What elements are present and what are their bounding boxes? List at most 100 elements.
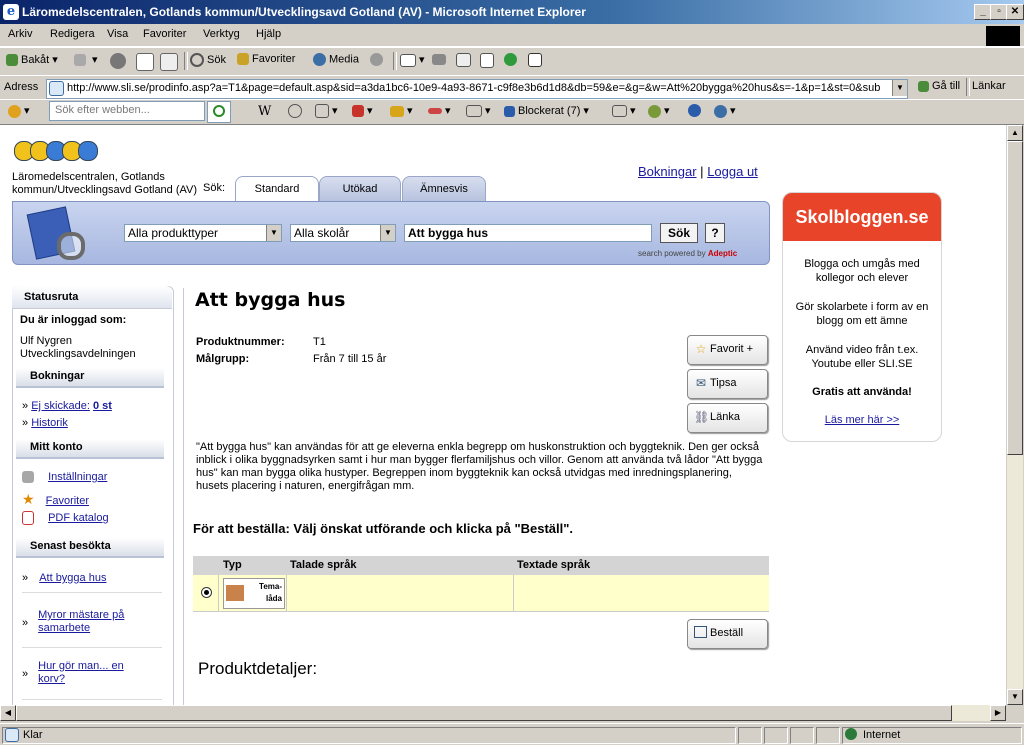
ad-read-more-link[interactable]: Läs mer här >>: [791, 414, 933, 426]
history-item[interactable]: » Historik: [22, 417, 68, 429]
favorites-button[interactable]: Favoriter: [237, 53, 295, 66]
pdf-catalog-item[interactable]: PDF katalog: [22, 511, 109, 525]
notebook-magnifier-icon: [26, 204, 87, 260]
variant-radio[interactable]: [201, 587, 212, 598]
links-button[interactable]: Länkar: [972, 80, 1006, 92]
windows-logo-icon: [986, 26, 1020, 46]
scroll-down-icon[interactable]: ▼: [1007, 689, 1023, 705]
menu-verktyg[interactable]: Verktyg: [203, 28, 240, 40]
wikipedia-icon[interactable]: W: [258, 104, 271, 119]
product-description: "Att bygga hus" kan användas för att ge …: [196, 441, 763, 492]
product-type-select[interactable]: Alla produkttyper ▼: [124, 224, 282, 242]
web-search-button[interactable]: [207, 101, 231, 123]
favorite-button[interactable]: ☆ Favorit +: [687, 335, 768, 365]
help-icon[interactable]: ▾: [714, 104, 736, 118]
variant-table: Typ Talade språk Textade språk Tema-låda: [193, 556, 769, 612]
user-dept: Utvecklingsavdelningen: [20, 348, 136, 360]
highlight-icon[interactable]: ▾: [352, 104, 373, 118]
settings-item[interactable]: Inställningar: [22, 471, 107, 484]
discuss-icon: [480, 53, 494, 68]
scroll-up-icon[interactable]: ▲: [1007, 125, 1023, 141]
google-g-icon[interactable]: ▾: [315, 104, 338, 119]
web-search-input[interactable]: Sök efter webben...: [49, 101, 205, 121]
slise-logo: [14, 141, 98, 164]
translate-icon[interactable]: ▾: [428, 104, 451, 117]
tab-utokad[interactable]: Utökad: [319, 176, 401, 203]
send-to-icon[interactable]: ▾: [466, 104, 491, 118]
status-panel: Klar: [2, 727, 736, 744]
table-row: Tema-låda: [193, 575, 769, 612]
recent-item[interactable]: » Myror mästare på samarbete: [22, 609, 162, 635]
forward-button[interactable]: ▾: [74, 53, 98, 67]
messenger-button[interactable]: [504, 53, 520, 66]
menu-redigera[interactable]: Redigera: [50, 28, 95, 40]
bookings-link[interactable]: Bokningar: [638, 164, 697, 179]
chevron-down-icon: ▼: [266, 225, 281, 241]
order-instruction: För att beställa: Välj önskat utförande …: [193, 521, 574, 536]
logged-in-label: Du är inloggad som:: [20, 314, 127, 326]
history-button[interactable]: [370, 53, 386, 66]
address-input[interactable]: http://www.sli.se/prodinfo.asp?a=T1&page…: [46, 79, 908, 99]
address-dropdown-icon[interactable]: ▼: [892, 80, 907, 96]
refresh-icon: [136, 53, 154, 71]
edit-button[interactable]: [456, 53, 474, 67]
ad-brand: Skolbloggen.se: [783, 193, 941, 241]
media-button[interactable]: Media: [313, 53, 359, 66]
tip-button[interactable]: ✉ Tipsa: [687, 369, 768, 399]
popup-blocker-button[interactable]: Blockerat (7) ▾: [504, 104, 589, 117]
horizontal-scrollbar[interactable]: ◀ ▶: [0, 705, 1006, 721]
ie-icon: e: [3, 4, 19, 20]
recent-item[interactable]: » Att bygga hus: [22, 572, 162, 584]
tab-amnesvis[interactable]: Ämnesvis: [402, 176, 486, 203]
address-value: http://www.sli.se/prodinfo.asp?a=T1&page…: [67, 82, 881, 94]
scroll-right-icon[interactable]: ▶: [990, 705, 1006, 721]
research-button[interactable]: [528, 53, 545, 67]
stop-button[interactable]: [110, 53, 129, 69]
address-label: Adress: [4, 81, 39, 93]
search-label: Sök:: [203, 182, 226, 194]
home-button[interactable]: [160, 53, 181, 71]
menu-favoriter[interactable]: Favoriter: [143, 28, 186, 40]
audience-value: Från 7 till 15 år: [313, 353, 387, 365]
search-submit-button[interactable]: Sök: [660, 223, 698, 243]
autofill-icon[interactable]: ▾: [612, 104, 636, 118]
star-icon: ☆: [695, 342, 707, 356]
theme-box-badge: Tema-låda: [223, 578, 285, 609]
google-logo-icon[interactable]: ▾: [8, 104, 30, 118]
vertical-scrollbar[interactable]: ▲ ▼: [1006, 125, 1023, 705]
link-button[interactable]: ⛓ Länka: [687, 403, 768, 433]
scroll-left-icon[interactable]: ◀: [0, 705, 16, 721]
favorites-item[interactable]: ★ Favoriter: [22, 491, 89, 508]
spellcheck-icon[interactable]: ▾: [390, 104, 413, 117]
bookings-header: Bokningar: [16, 368, 164, 388]
go-button[interactable]: Gå till: [918, 80, 960, 92]
discuss-button[interactable]: [480, 53, 497, 68]
vertical-scroll-thumb[interactable]: [1007, 141, 1023, 455]
mail-icon: [400, 53, 416, 67]
menu-arkiv[interactable]: Arkiv: [8, 28, 32, 40]
print-button[interactable]: [432, 53, 449, 65]
search-input[interactable]: Att bygga hus: [404, 224, 652, 242]
recent-item[interactable]: » Hur gör man... en korv?: [22, 660, 162, 686]
order-button[interactable]: Beställ: [687, 619, 768, 649]
refresh-button[interactable]: [136, 53, 157, 71]
ad-line-2: Gör skolarbete i form av en blogg om ett…: [795, 301, 929, 327]
back-button[interactable]: Bakåt ▾: [6, 53, 58, 67]
menu-visa[interactable]: Visa: [107, 28, 128, 40]
horizontal-scroll-thumb[interactable]: [16, 705, 952, 721]
menu-bar: Arkiv Redigera Visa Favoriter Verktyg Hj…: [0, 24, 1024, 47]
clock-icon[interactable]: [288, 104, 305, 118]
logout-link[interactable]: Logga ut: [707, 164, 758, 179]
school-year-select[interactable]: Alla skolår ▼: [290, 224, 396, 242]
search-button[interactable]: Sök: [190, 53, 226, 67]
ad-free: Gratis att använda!: [812, 386, 912, 398]
pagerank-icon[interactable]: [688, 104, 704, 117]
options-icon[interactable]: ▾: [648, 104, 670, 118]
close-button[interactable]: ✕: [1006, 4, 1024, 20]
mail-button[interactable]: ▾: [400, 53, 425, 67]
not-sent-item[interactable]: » Ej skickade: 0 st: [22, 400, 112, 412]
tab-standard[interactable]: Standard: [235, 176, 319, 203]
search-help-button[interactable]: ?: [705, 223, 725, 243]
menu-hjalp[interactable]: Hjälp: [256, 28, 281, 40]
skolbloggen-ad[interactable]: Skolbloggen.se Blogga och umgås med koll…: [782, 192, 942, 442]
